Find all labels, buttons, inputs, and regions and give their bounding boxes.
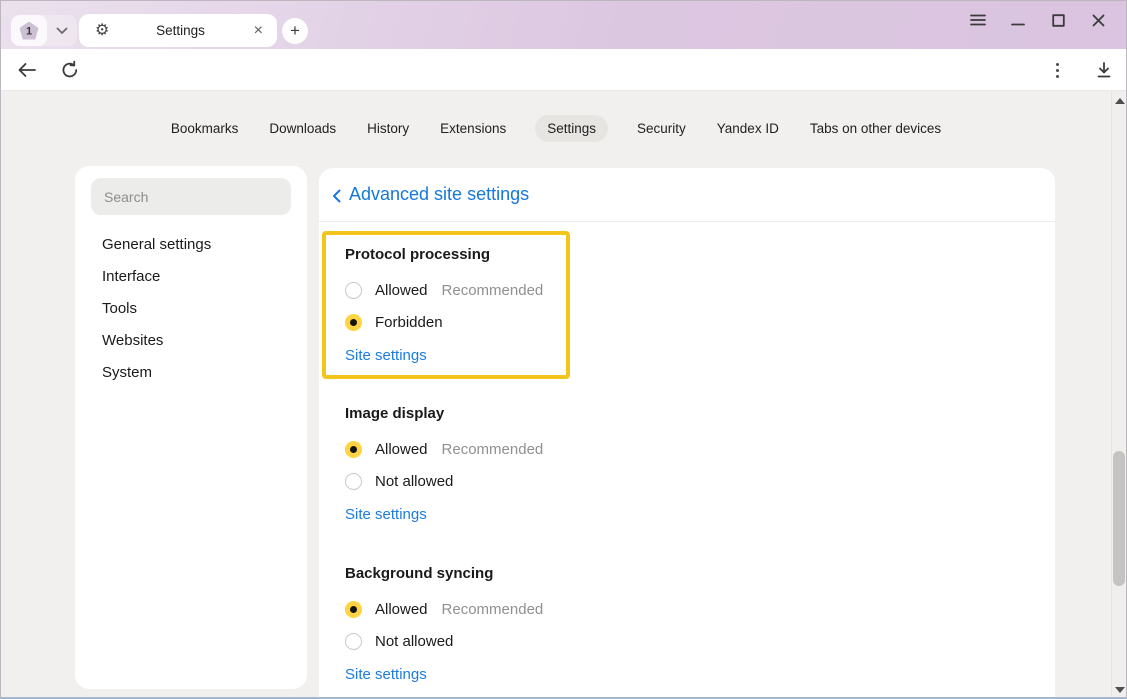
refresh-icon — [60, 60, 80, 80]
search-input[interactable] — [91, 178, 291, 215]
tab-settings[interactable]: ⚙ Settings × — [79, 14, 277, 47]
maximize-button[interactable] — [1038, 5, 1078, 35]
nav-yandex-id[interactable]: Yandex ID — [715, 115, 781, 142]
plus-icon: + — [290, 21, 300, 41]
tab-bar: 1 ⚙ Settings × + — [1, 1, 1126, 49]
header-divider — [319, 221, 1055, 222]
radio-selected-icon[interactable] — [345, 441, 362, 458]
tab-close-icon[interactable]: × — [252, 23, 265, 39]
download-icon — [1095, 61, 1113, 79]
site-settings-link[interactable]: Site settings — [345, 345, 427, 367]
radio-option-not-allowed[interactable]: Not allowed — [345, 465, 543, 497]
section-title: Protocol processing — [345, 245, 566, 265]
nav-bookmarks[interactable]: Bookmarks — [169, 115, 241, 142]
radio-unselected-icon[interactable] — [345, 282, 362, 299]
nav-security[interactable]: Security — [635, 115, 688, 142]
radio-selected-icon[interactable] — [345, 601, 362, 618]
option-note: Recommended — [442, 601, 544, 618]
section-background-syncing: Background syncing Allowed Recommended N… — [345, 564, 543, 686]
option-label: Allowed — [375, 441, 428, 458]
tab-title: Settings — [109, 23, 251, 38]
nav-tabs-other-devices[interactable]: Tabs on other devices — [808, 115, 943, 142]
radio-option-allowed[interactable]: Allowed Recommended — [345, 274, 566, 306]
section-title: Background syncing — [345, 564, 543, 584]
vertical-scrollbar[interactable] — [1111, 91, 1126, 699]
nav-extensions[interactable]: Extensions — [438, 115, 508, 142]
radio-option-allowed[interactable]: Allowed Recommended — [345, 593, 543, 625]
option-label: Not allowed — [375, 633, 453, 650]
gear-icon: ⚙ — [95, 23, 109, 39]
section-image-display: Image display Allowed Recommended Not al… — [345, 404, 543, 526]
browser-window: 1 ⚙ Settings × + — [0, 0, 1127, 699]
window-controls — [958, 5, 1118, 35]
radio-selected-icon[interactable] — [345, 314, 362, 331]
browser-toolbar: Y settings Settings — [1, 49, 1126, 91]
option-label: Allowed — [375, 282, 428, 299]
radio-option-not-allowed[interactable]: Not allowed — [345, 625, 543, 657]
sidebar-item-tools[interactable]: Tools — [75, 292, 307, 324]
sidebar-list: General settings Interface Tools Website… — [75, 228, 307, 388]
radio-option-forbidden[interactable]: Forbidden — [345, 306, 566, 338]
maximize-icon — [1052, 14, 1065, 27]
site-settings-link[interactable]: Site settings — [345, 664, 427, 686]
tab-group-expander[interactable] — [47, 15, 77, 46]
scrollbar-thumb[interactable] — [1113, 451, 1125, 586]
radio-option-allowed[interactable]: Allowed Recommended — [345, 433, 543, 465]
refresh-button[interactable] — [57, 57, 83, 83]
section-protocol-processing: Protocol processing Allowed Recommended … — [322, 231, 570, 379]
option-label: Allowed — [375, 601, 428, 618]
hamburger-icon — [970, 14, 986, 26]
section-title: Image display — [345, 404, 543, 424]
scroll-down-arrow[interactable] — [1115, 687, 1125, 693]
option-label: Forbidden — [375, 314, 443, 331]
chevron-down-icon — [56, 27, 68, 35]
close-icon — [1092, 14, 1105, 27]
settings-nav: Bookmarks Downloads History Extensions S… — [1, 115, 1111, 142]
radio-unselected-icon[interactable] — [345, 633, 362, 650]
close-window-button[interactable] — [1078, 5, 1118, 35]
nav-downloads[interactable]: Downloads — [267, 115, 338, 142]
kebab-menu-icon — [1056, 63, 1059, 78]
option-note: Recommended — [442, 282, 544, 299]
tab-group-badge[interactable]: 1 — [11, 15, 47, 46]
back-arrow-icon — [17, 62, 37, 78]
back-button[interactable] — [14, 57, 40, 83]
tab-group-count: 1 — [11, 25, 47, 37]
nav-history[interactable]: History — [365, 115, 411, 142]
settings-main-panel: Advanced site settings Protocol processi… — [319, 168, 1055, 699]
menu-button[interactable] — [958, 5, 998, 35]
site-settings-link[interactable]: Site settings — [345, 504, 427, 526]
more-options-button[interactable] — [1044, 57, 1070, 83]
chevron-left-icon — [332, 189, 341, 203]
page-title: Advanced site settings — [349, 184, 529, 205]
radio-unselected-icon[interactable] — [345, 473, 362, 490]
option-label: Not allowed — [375, 473, 453, 490]
minimize-button[interactable] — [998, 5, 1038, 35]
sidebar-item-system[interactable]: System — [75, 356, 307, 388]
scroll-up-arrow[interactable] — [1115, 98, 1125, 104]
option-note: Recommended — [442, 441, 544, 458]
tab-group-button[interactable]: 1 — [11, 15, 77, 46]
sidebar-item-interface[interactable]: Interface — [75, 260, 307, 292]
settings-page: Bookmarks Downloads History Extensions S… — [1, 91, 1126, 699]
settings-sidebar: General settings Interface Tools Website… — [75, 166, 307, 689]
nav-settings[interactable]: Settings — [535, 115, 608, 142]
sidebar-item-general-settings[interactable]: General settings — [75, 228, 307, 260]
minimize-icon — [1011, 14, 1025, 26]
downloads-button[interactable] — [1091, 57, 1117, 83]
back-to-advanced-settings[interactable]: Advanced site settings — [319, 168, 1055, 221]
new-tab-button[interactable]: + — [282, 18, 308, 44]
sidebar-item-websites[interactable]: Websites — [75, 324, 307, 356]
